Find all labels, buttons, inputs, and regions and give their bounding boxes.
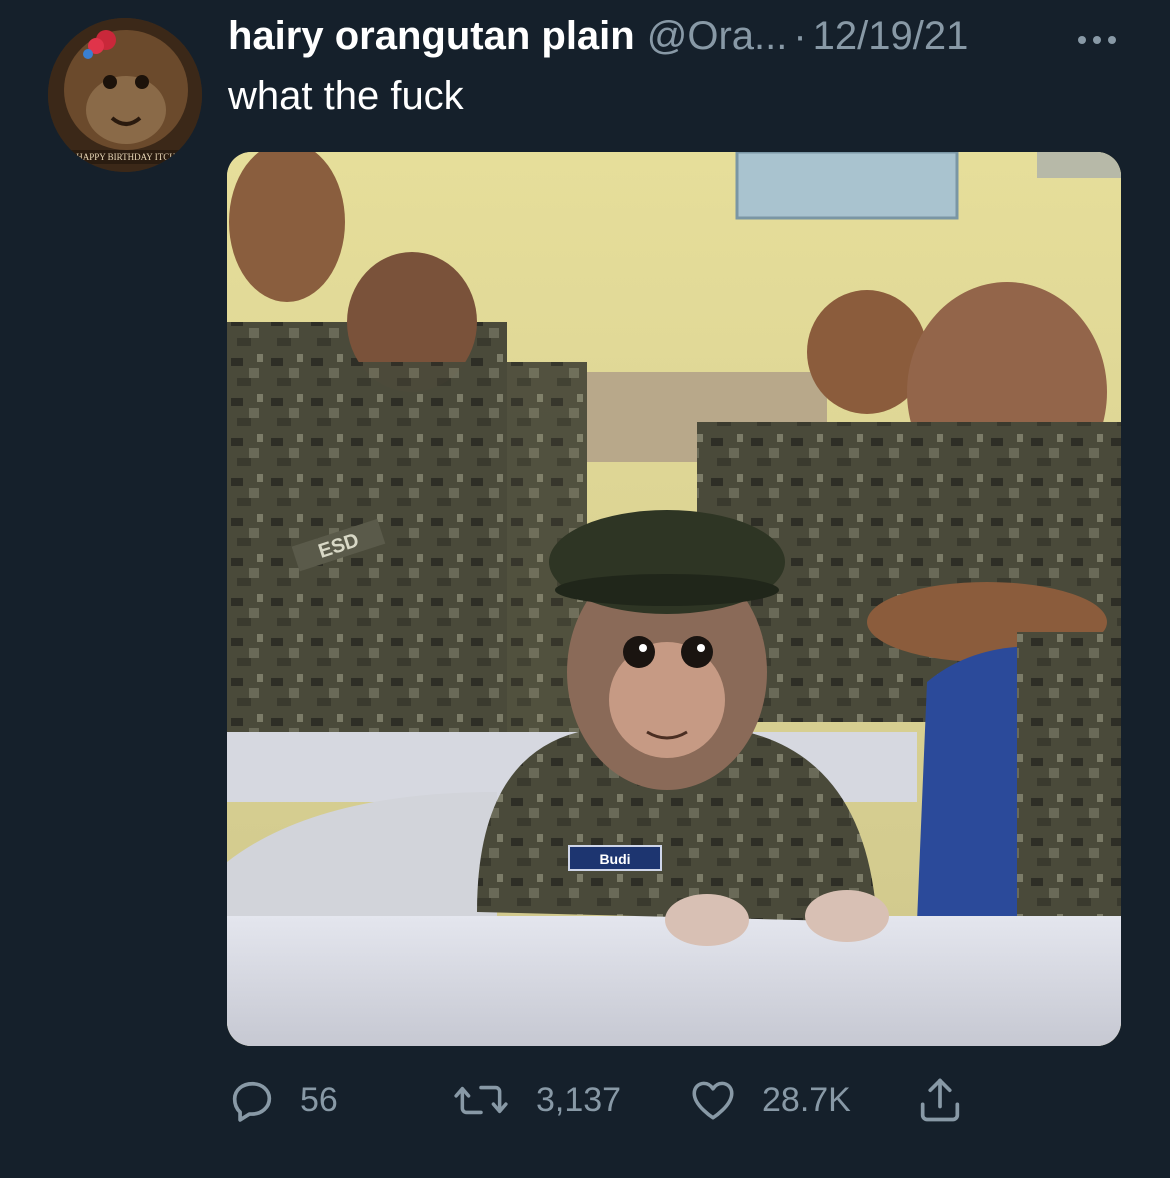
retweet-count: 3,137 [536, 1080, 622, 1119]
tweet-header: hairy orangutan plain @Ora... · 12/19/21 [228, 14, 968, 64]
user-handle[interactable]: @Ora... [647, 14, 788, 59]
display-name[interactable]: hairy orangutan plain [228, 14, 635, 59]
like-count: 28.7K [762, 1080, 851, 1119]
tweet-media[interactable]: Budi ESD [227, 152, 1121, 1046]
avatar-caption: HAPPY BIRTHDAY ITCH [76, 152, 176, 162]
heart-icon [692, 1081, 734, 1120]
tweet-text: what the fuck [228, 74, 464, 118]
like-button[interactable]: 28.7K [688, 1068, 851, 1132]
avatar[interactable]: HAPPY BIRTHDAY ITCH [48, 18, 202, 172]
image-nametag: Budi [599, 851, 630, 867]
reply-button[interactable]: 56 [226, 1068, 338, 1132]
more-button[interactable] [1074, 20, 1120, 60]
share-button[interactable] [914, 1068, 966, 1132]
tweet-date[interactable]: 12/19/21 [813, 14, 969, 59]
share-icon [920, 1078, 960, 1122]
avatar-image: HAPPY BIRTHDAY ITCH [48, 18, 202, 172]
more-icon [1078, 36, 1116, 44]
retweet-icon [454, 1085, 508, 1115]
reply-count: 56 [300, 1080, 338, 1119]
separator-dot: · [793, 14, 807, 58]
retweet-button[interactable]: 3,137 [452, 1068, 621, 1132]
tweet: HAPPY BIRTHDAY ITCH hairy orangutan plai… [0, 0, 1170, 1178]
action-bar: 56 3,137 28.7K [0, 1068, 1170, 1132]
media-image: Budi ESD [227, 152, 1121, 1046]
reply-icon [232, 1081, 272, 1122]
